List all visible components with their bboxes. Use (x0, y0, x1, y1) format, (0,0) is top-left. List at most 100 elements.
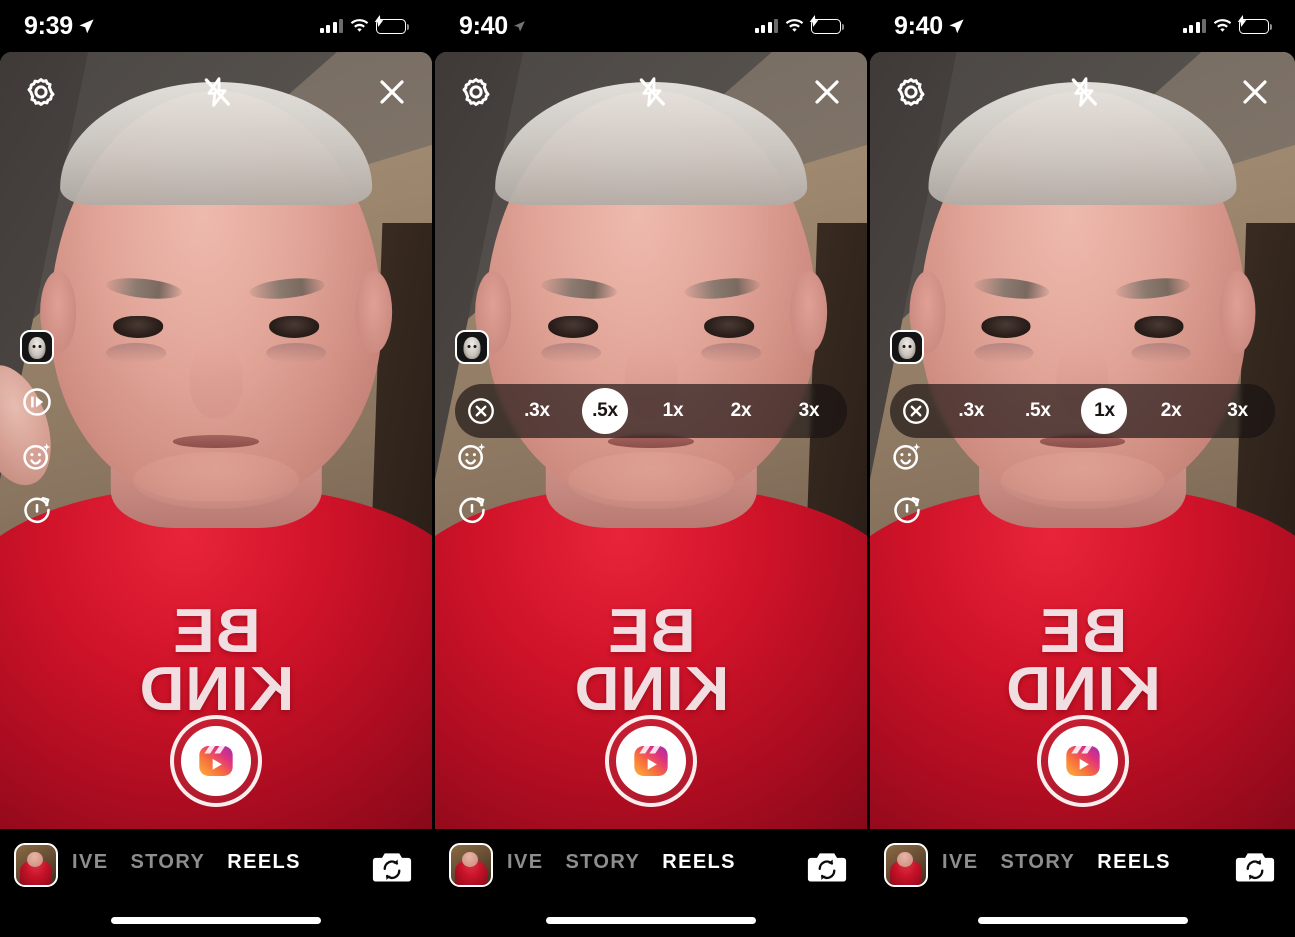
status-left: 9:40 (894, 13, 965, 39)
camera-viewfinder[interactable]: BE KIND (870, 52, 1295, 829)
settings-gear-icon[interactable] (459, 75, 493, 109)
wifi-icon (1213, 18, 1232, 32)
subject-mouth (172, 435, 260, 449)
subject-head (474, 82, 828, 509)
gallery-thumbnail[interactable] (14, 843, 58, 887)
zoom-chip-0_5x[interactable]: .5x (582, 388, 628, 434)
close-icon[interactable] (811, 76, 843, 108)
zoom-options: .3x .5x 1x 2x 3x (938, 388, 1271, 434)
mode-reels[interactable]: REELS (227, 851, 301, 874)
subject-brow-left (105, 275, 184, 303)
timer-icon[interactable] (456, 494, 488, 526)
status-right (319, 15, 410, 34)
speed-icon[interactable] (21, 386, 53, 418)
phone-panel-1: 9:39 BE KIND IVE STORY REELS (0, 0, 432, 937)
subject-chin (1000, 451, 1165, 509)
close-circle-icon (468, 398, 494, 424)
navigation-arrow-icon (79, 18, 94, 33)
charging-bolt-icon (1237, 15, 1246, 27)
mode-live[interactable]: IVE (72, 851, 108, 874)
zoom-chip-0_5x[interactable]: .5x (1015, 388, 1061, 434)
mode-live[interactable]: IVE (942, 851, 978, 874)
reels-record-button[interactable] (170, 715, 262, 807)
flip-camera-button[interactable] (370, 843, 414, 887)
subject-eye-right (704, 316, 755, 339)
flash-off-icon[interactable] (636, 76, 668, 108)
zoom-bar-close-button[interactable] (459, 396, 503, 426)
subject-ear-right (355, 271, 393, 354)
mode-reels[interactable]: REELS (1097, 851, 1171, 874)
mode-story[interactable]: STORY (565, 851, 640, 874)
close-icon[interactable] (376, 76, 408, 108)
home-indicator (111, 917, 321, 924)
gallery-thumbnail[interactable] (449, 843, 493, 887)
mode-reels[interactable]: REELS (662, 851, 736, 874)
status-left: 9:40 (459, 13, 526, 39)
subject-chin (132, 451, 300, 509)
charging-bolt-icon (809, 15, 818, 27)
effects-icon[interactable] (21, 440, 53, 472)
zoom-bar-close-button[interactable] (894, 396, 938, 426)
flash-off-icon[interactable] (201, 76, 233, 108)
zoom-chip-1x[interactable]: 1x (650, 388, 696, 434)
cellular-signal-icon (754, 19, 778, 33)
camera-top-controls (870, 52, 1295, 132)
phone-panel-3: 9:40 BE KIND .3x .5x 1x 2x 3x IVE STORY … (870, 0, 1295, 937)
reels-record-button[interactable] (605, 715, 697, 807)
wifi-icon (785, 18, 804, 32)
zoom-chip-2x[interactable]: 2x (718, 388, 764, 434)
status-left: 9:39 (24, 11, 95, 40)
reels-record-button[interactable] (1036, 715, 1129, 807)
flash-off-icon[interactable] (1068, 76, 1100, 108)
flip-camera-button[interactable] (1233, 843, 1277, 887)
face-effect-icon[interactable] (20, 330, 54, 364)
subject-chin (567, 451, 735, 509)
camera-mode-switcher: IVE STORY REELS (72, 843, 301, 874)
mode-live[interactable]: IVE (507, 851, 543, 874)
camera-top-controls (0, 52, 432, 132)
status-bar: 9:40 (870, 0, 1295, 52)
zoom-chip-0_3x[interactable]: .3x (514, 388, 560, 434)
timer-icon[interactable] (891, 494, 923, 526)
effects-icon[interactable] (456, 440, 488, 472)
status-bar: 9:40 (435, 0, 867, 52)
camera-viewfinder[interactable]: BE KIND (0, 52, 432, 829)
flip-camera-button[interactable] (805, 843, 849, 887)
subject-ear-right (790, 271, 828, 354)
phone-panel-2: 9:40 BE KIND .3x .5x 1x 2x 3x IVE STORY … (435, 0, 867, 937)
mode-story[interactable]: STORY (1000, 851, 1075, 874)
status-right (754, 15, 845, 34)
gallery-thumbnail[interactable] (884, 843, 928, 887)
zoom-chip-3x[interactable]: 3x (1215, 388, 1261, 434)
status-time: 9:39 (24, 11, 73, 40)
settings-gear-icon[interactable] (894, 75, 928, 109)
close-icon[interactable] (1239, 76, 1271, 108)
camera-mode-switcher: IVE STORY REELS (507, 843, 736, 874)
cellular-signal-icon (319, 19, 343, 33)
subject-eye-left (981, 316, 1031, 339)
settings-gear-icon[interactable] (24, 75, 58, 109)
zoom-chip-3x[interactable]: 3x (786, 388, 832, 434)
subject-brow-left (540, 275, 619, 303)
face-effect-icon[interactable] (455, 330, 489, 364)
camera-viewfinder[interactable]: BE KIND (435, 52, 867, 829)
reels-clapperboard-icon (199, 746, 233, 776)
timer-icon[interactable] (21, 494, 53, 526)
camera-scene: BE KIND (870, 52, 1295, 829)
record-button-inner (1047, 726, 1118, 796)
zoom-options: .3x .5x 1x 2x 3x (503, 388, 843, 434)
camera-scene: BE KIND (0, 52, 432, 829)
subject-head (39, 82, 393, 509)
zoom-chip-0_3x[interactable]: .3x (948, 388, 994, 434)
effects-icon[interactable] (891, 440, 923, 472)
flip-camera-icon (807, 853, 847, 882)
face-effect-icon[interactable] (890, 330, 924, 364)
face-mask-thumbnail (28, 336, 46, 359)
zoom-level-bar: .3x .5x 1x 2x 3x (455, 384, 847, 438)
mode-story[interactable]: STORY (130, 851, 205, 874)
subject-eyebag-left (541, 342, 602, 364)
zoom-chip-1x[interactable]: 1x (1081, 388, 1128, 434)
home-indicator (546, 917, 756, 924)
zoom-chip-2x[interactable]: 2x (1148, 388, 1194, 434)
subject-eyebag-left (974, 342, 1034, 364)
